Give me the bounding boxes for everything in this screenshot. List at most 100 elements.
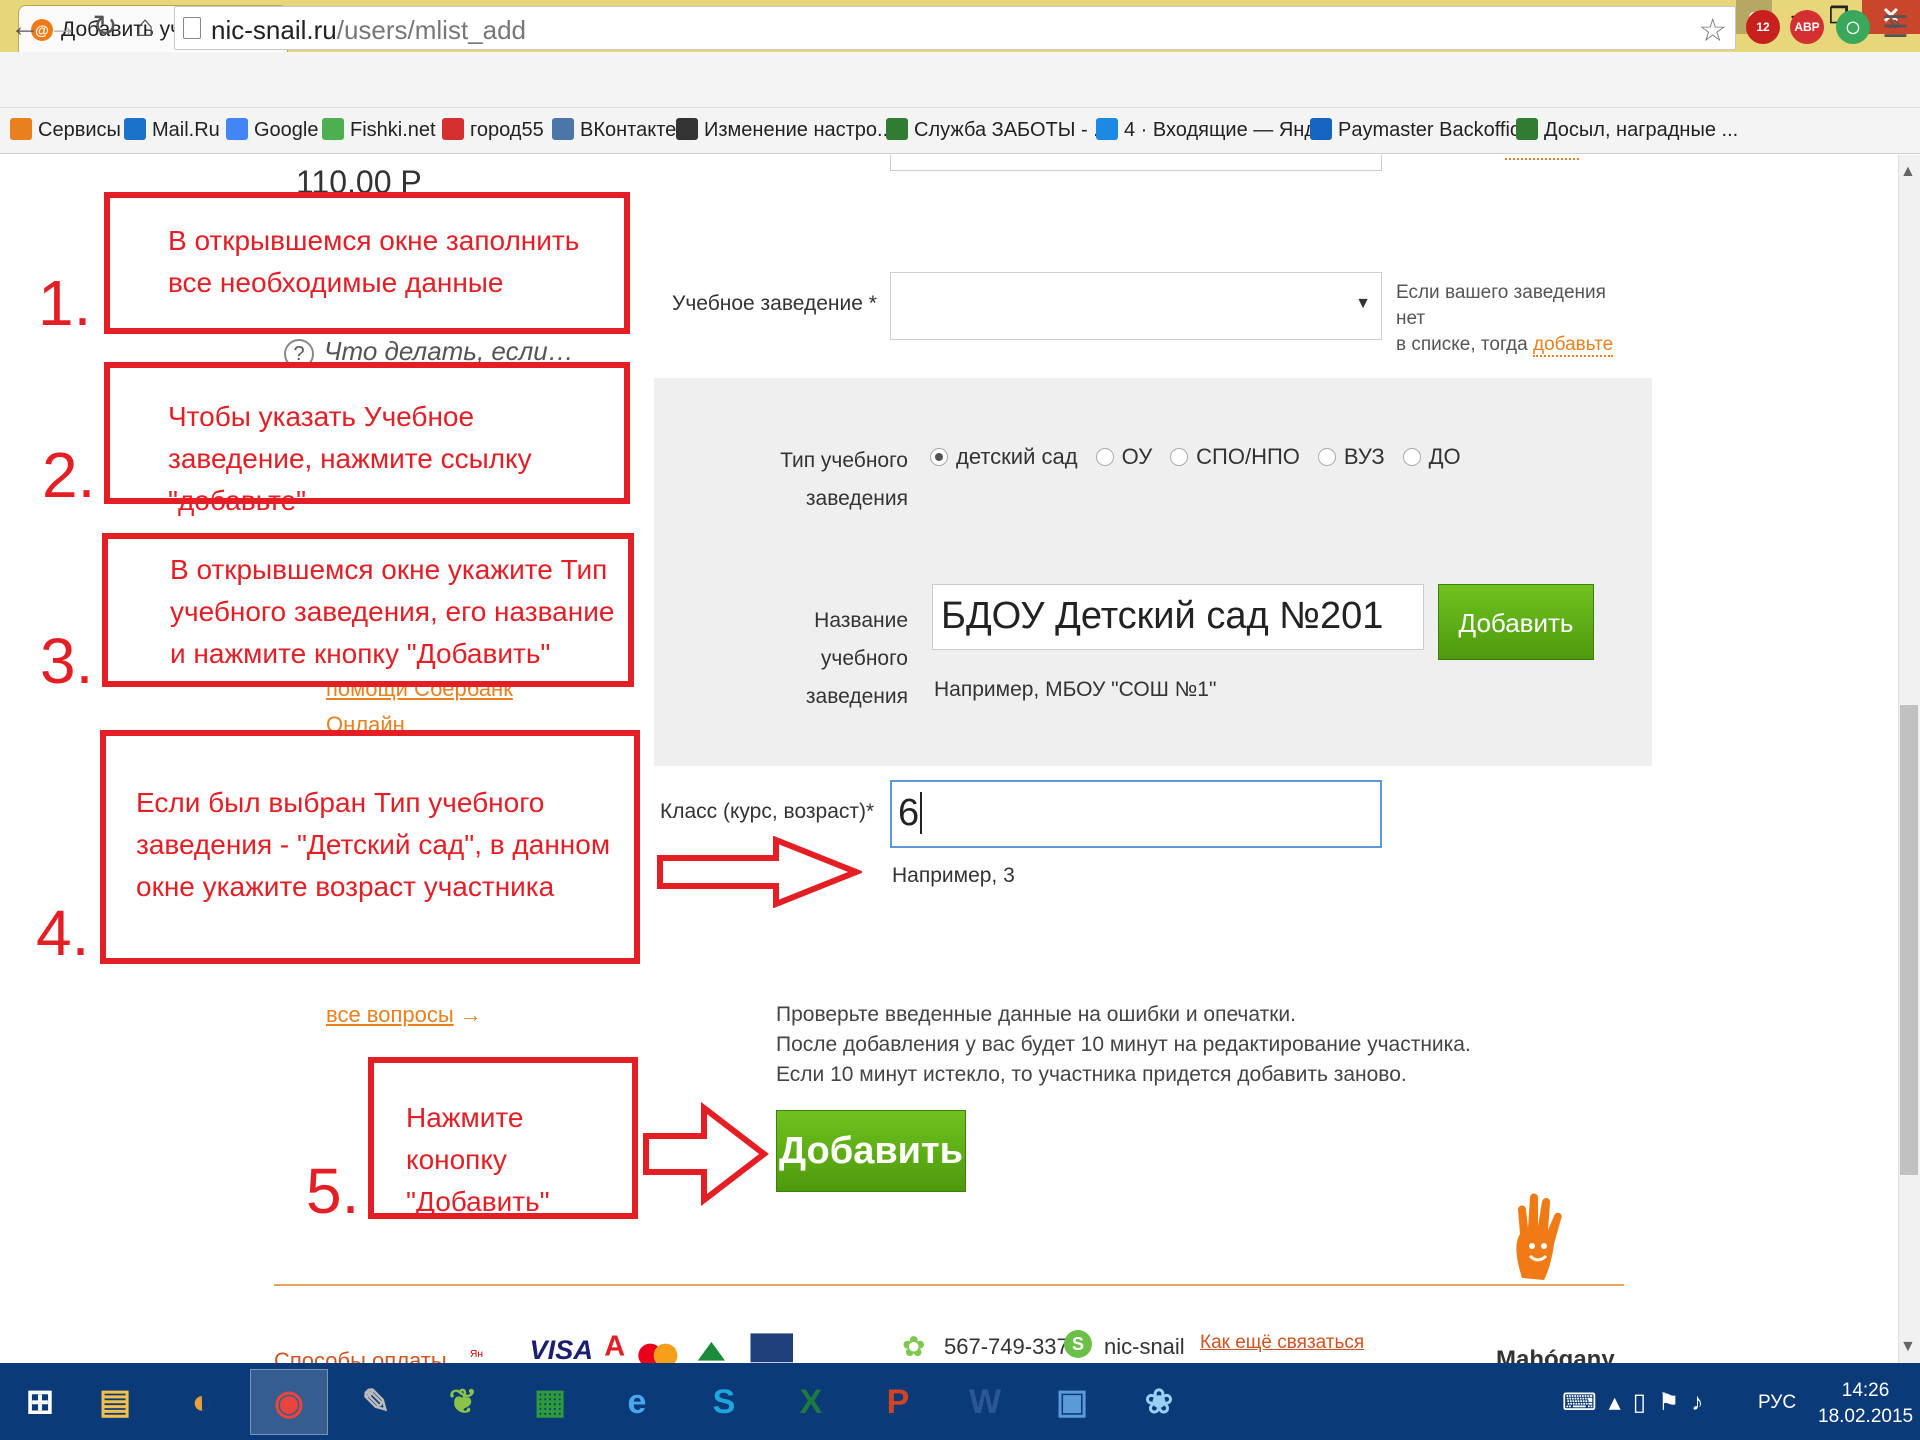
bookmark-favicon-icon [10, 118, 32, 140]
adblock-icon[interactable]: ABP [1790, 10, 1824, 44]
extension-badge-icon[interactable]: 12 [1746, 10, 1780, 44]
institution-type-radios: детский сад ОУ СПО/НПО ВУЗ ДО [930, 444, 1479, 470]
institution-type-label: Тип учебного заведения [780, 449, 908, 510]
bookmark-favicon-icon [124, 118, 146, 140]
contact-phone: 567-749-337 [944, 1334, 1069, 1359]
scroll-down-icon[interactable]: ▼ [1900, 1338, 1916, 1356]
bookmark-item[interactable]: Google [226, 118, 319, 142]
tray-icons: ⌨▴▯⚑♪ [1562, 1388, 1715, 1417]
chrome-icon[interactable]: ◉ [250, 1369, 328, 1435]
bookmark-item[interactable]: Изменение настро... [676, 118, 894, 142]
explorer-icon[interactable]: ▤ [76, 1369, 154, 1435]
page-icon [183, 17, 201, 39]
photos-icon[interactable]: ▣ [1033, 1369, 1111, 1435]
bookmark-label: 4 · Входящие — Янд... [1124, 119, 1333, 141]
bookmark-label: Сервисы [38, 119, 121, 141]
institution-label: Учебное заведение * [672, 292, 877, 315]
institution-type-radio[interactable]: ОУ [1095, 444, 1152, 470]
radio-label: ДО [1428, 444, 1461, 469]
battery-icon[interactable]: ▯ [1633, 1389, 1658, 1416]
bookmark-item[interactable]: 4 · Входящие — Янд... [1096, 118, 1333, 142]
back-arrow-icon[interactable]: ← [8, 8, 42, 46]
leaf-icon[interactable]: ❦ [424, 1369, 502, 1435]
radio-dot-icon [930, 448, 948, 466]
extension-green-icon[interactable]: ◯ [1836, 10, 1870, 44]
windows-start-icon[interactable]: ⊞ [12, 1369, 68, 1435]
store-icon[interactable]: ▦ [511, 1369, 589, 1435]
word-icon[interactable]: W [946, 1369, 1024, 1435]
bookmark-item[interactable]: город55 [442, 118, 544, 142]
scroll-up-icon[interactable]: ▲ [1900, 163, 1916, 181]
institution-type-radio[interactable]: ВУЗ [1317, 444, 1385, 470]
volume-icon[interactable]: ♪ [1691, 1389, 1715, 1416]
annotation-box-3: В открывшемся окне укажите Тип учебного … [102, 533, 634, 687]
annotation-arrow-4-icon [657, 836, 862, 908]
svg-text:A: A [604, 1331, 625, 1363]
annotation-box-4: Если был выбран Тип учебного заведения -… [100, 730, 640, 964]
skype-icon: S [1064, 1330, 1092, 1358]
bookmark-item[interactable]: Служба ЗАБОТЫ - ... [886, 118, 1110, 142]
add-institution-button[interactable]: Добавить [1438, 584, 1594, 660]
flag-icon[interactable]: ⚑ [1658, 1389, 1692, 1416]
excel-icon[interactable]: X [772, 1369, 850, 1435]
submit-add-button[interactable]: Добавить [776, 1110, 966, 1192]
previous-field[interactable] [890, 155, 1382, 171]
notepad-icon[interactable]: ✎ [337, 1369, 415, 1435]
annotation-box-1: В открывшемся окне заполнить все необход… [104, 192, 630, 334]
powerpoint-icon[interactable]: P [859, 1369, 937, 1435]
tray-language[interactable]: РУС [1758, 1392, 1796, 1414]
ie-icon[interactable]: e [598, 1369, 676, 1435]
picasa-icon[interactable]: ◐ [163, 1369, 241, 1435]
annotation-number-1: 1. [38, 267, 92, 339]
reload-icon[interactable]: ↻ [88, 8, 122, 46]
footer-divider [274, 1284, 1624, 1286]
skype-icon[interactable]: S [685, 1369, 763, 1435]
bookmark-item[interactable]: Сервисы [10, 118, 121, 142]
institution-name-label: Название учебного заведения [805, 609, 908, 708]
bookmark-label: Paymaster Backoffice [1338, 119, 1532, 141]
snail-hand-icon [1516, 1193, 1562, 1280]
bookmark-favicon-icon [1310, 118, 1332, 140]
bookmark-item[interactable]: ВКонтакте [552, 118, 676, 142]
annotation-number-2: 2. [42, 439, 96, 511]
bookmark-star-icon[interactable]: ☆ [1698, 11, 1727, 49]
contact-skype: nic-snail [1104, 1334, 1185, 1359]
all-questions-link[interactable]: все вопросы → [326, 1002, 482, 1028]
home-icon[interactable]: ⌂ [128, 8, 162, 46]
class-label: Класс (курс, возраст)* [660, 800, 875, 823]
keyboard-icon[interactable]: ⌨ [1562, 1389, 1609, 1416]
bookmark-label: город55 [470, 119, 544, 141]
forward-arrow-icon[interactable]: → [46, 8, 80, 46]
url-text: nic-snail.ru/users/mlist_add [211, 15, 527, 45]
paint-icon[interactable]: ❀ [1120, 1369, 1198, 1435]
bookmark-favicon-icon [886, 118, 908, 140]
bookmark-item[interactable]: Mail.Ru [124, 118, 220, 142]
institution-type-radio[interactable]: СПО/НПО [1170, 444, 1300, 470]
institution-name-hint: Например, МБОУ "СОШ №1" [934, 678, 1217, 701]
bookmark-item[interactable]: Paymaster Backoffice [1310, 118, 1531, 142]
bookmark-label: Досыл, наградные ... [1544, 119, 1739, 141]
institution-type-radio[interactable]: детский сад [930, 444, 1078, 470]
bookmark-favicon-icon [442, 118, 464, 140]
institution-type-radio[interactable]: ДО [1402, 444, 1461, 470]
previous-link[interactable] [1505, 158, 1579, 160]
bookmark-favicon-icon [322, 118, 344, 140]
tray-clock[interactable]: 14:26 18.02.2015 [1818, 1378, 1913, 1430]
annotation-number-5: 5. [306, 1155, 360, 1227]
institution-name-input[interactable]: БДОУ Детский сад №201 [932, 584, 1424, 650]
bookmarks-more-icon[interactable]: » [1888, 10, 1900, 36]
add-institution-link[interactable]: добавьте [1533, 334, 1614, 357]
bookmark-favicon-icon [552, 118, 574, 140]
svg-text:VISA: VISA [530, 1334, 593, 1364]
radio-dot-icon [1170, 448, 1189, 466]
more-contacts-link[interactable]: Как ещё связаться [1200, 1332, 1364, 1354]
address-bar[interactable]: nic-snail.ru/users/mlist_add ☆ [174, 6, 1736, 50]
class-input[interactable]: 6 [890, 780, 1382, 848]
tray-up-icon[interactable]: ▴ [1609, 1389, 1633, 1416]
scrollbar-thumb[interactable] [1900, 705, 1918, 1175]
institution-select[interactable]: ▼ [890, 272, 1382, 340]
bookmark-label: Mail.Ru [152, 119, 220, 141]
bookmark-item[interactable]: Досыл, наградные ... [1516, 118, 1738, 142]
bookmark-favicon-icon [1096, 118, 1118, 140]
bookmark-item[interactable]: Fishki.net [322, 118, 436, 142]
